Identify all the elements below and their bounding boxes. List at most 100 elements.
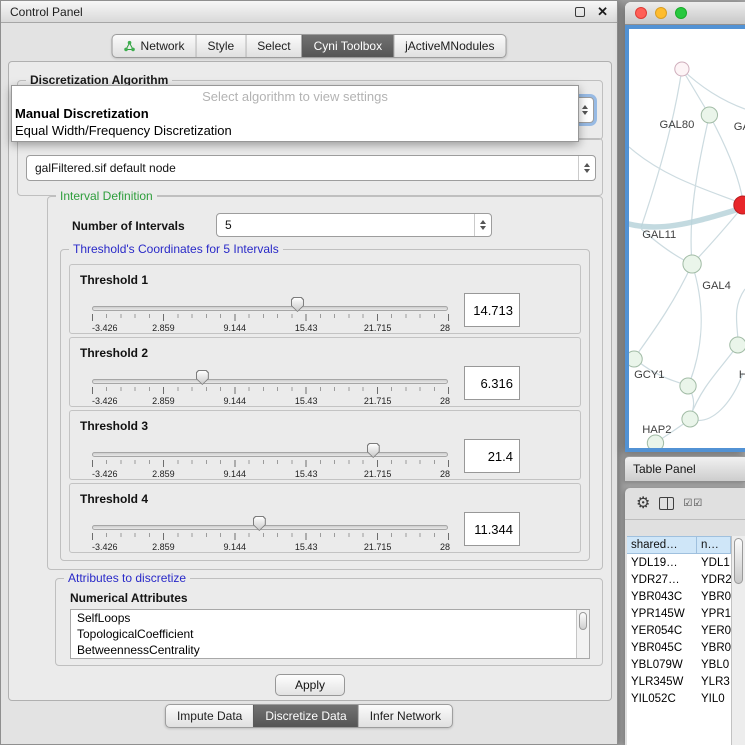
float-window-button[interactable] [575,7,585,17]
number-of-intervals-combobox[interactable]: 5 [216,213,492,237]
table-row[interactable]: YDR27…YDR2 [627,571,731,588]
slider-thumb[interactable] [253,516,266,531]
node-gcy1[interactable] [629,351,642,367]
cell-name[interactable]: YIL0 [697,693,731,705]
close-window-button[interactable]: ✕ [597,5,608,18]
slider-thumb[interactable] [196,370,209,385]
dropdown-option-manual-discretization[interactable]: Manual Discretization [12,105,578,122]
combobox-stepper-icon[interactable] [578,156,595,180]
node-gal4[interactable] [683,255,701,273]
network-icon [124,40,136,52]
cell-shared-name[interactable]: YBR043C [627,591,697,603]
tab-infer-network[interactable]: Infer Network [358,705,452,727]
cell-name[interactable]: YER0 [697,625,731,637]
table-data-combobox[interactable]: galFiltered.sif default node [26,155,596,181]
table-row[interactable]: YLR345WYLR3 [627,673,731,690]
tick-label: 2.859 [152,323,175,333]
apply-button[interactable]: Apply [275,674,345,696]
cell-name[interactable]: YDL1 [697,557,731,569]
close-traffic-button[interactable] [635,7,647,19]
tab-discretize-data[interactable]: Discretize Data [253,705,357,727]
tick-label: 9.144 [224,396,247,406]
cell-name[interactable]: YPR1 [697,608,731,620]
slider-track[interactable] [92,306,448,311]
threshold-value-field[interactable]: 6.316 [464,366,520,400]
network-canvas[interactable]: GAL80 GA GAL11 GAL4 GCY1 HAP2 H [625,25,745,452]
threshold-panel: Threshold 1 -3.4262.8599.14415.4321.7152… [69,264,581,334]
cell-name[interactable]: YBR0 [697,591,731,603]
cell-name[interactable]: YLR3 [697,676,731,688]
attributes-items-container: SelfLoopsTopologicalCoefficientBetweenne… [71,610,589,658]
table-row[interactable]: YBR043CYBR0 [627,588,731,605]
table-row[interactable]: YPR145WYPR1 [627,605,731,622]
node[interactable] [647,435,663,448]
attributes-list-scrollbar[interactable] [576,610,589,658]
tab-network[interactable]: Network [113,35,196,57]
threshold-value-field[interactable]: 21.4 [464,439,520,473]
node-pink[interactable] [675,62,689,76]
table-row[interactable]: YBL079WYBL0 [627,656,731,673]
cell-shared-name[interactable]: YDR27… [627,574,697,586]
tick-label: 9.144 [224,469,247,479]
cell-shared-name[interactable]: YLR345W [627,676,697,688]
threshold-slider[interactable]: -3.4262.8599.14415.4321.71528 [92,370,448,406]
cell-name[interactable]: YDR2 [697,574,731,586]
select-columns-checkbox-icon[interactable]: ☑☑ [683,498,703,509]
cell-name[interactable]: YBR0 [697,642,731,654]
minimize-traffic-button[interactable] [655,7,667,19]
algorithm-dropdown-popup: Select algorithm to view settings Manual… [11,85,579,142]
threshold-slider[interactable]: -3.4262.8599.14415.4321.71528 [92,516,448,552]
cell-shared-name[interactable]: YPR145W [627,608,697,620]
cell-shared-name[interactable]: YDL19… [627,557,697,569]
table-row[interactable]: YBR045CYBR0 [627,639,731,656]
cell-shared-name[interactable]: YIL052C [627,693,697,705]
threshold-value-field[interactable]: 14.713 [464,293,520,327]
cell-shared-name[interactable]: YER054C [627,625,697,637]
slider-track[interactable] [92,452,448,457]
tick-label: 15.43 [295,396,318,406]
attribute-item[interactable]: SelfLoops [71,610,589,626]
columns-icon[interactable] [659,497,674,510]
combobox-stepper-icon[interactable] [474,214,491,236]
node[interactable] [730,337,745,353]
slider-thumb[interactable] [291,297,304,312]
table-row[interactable]: YER054CYER0 [627,622,731,639]
slider-thumb[interactable] [367,443,380,458]
column-header-shared-name[interactable]: shared… [627,536,697,554]
attributes-to-discretize-group: Attributes to discretize Numerical Attri… [55,578,603,666]
network-view-window: GAL80 GA GAL11 GAL4 GCY1 HAP2 H [625,2,745,452]
threshold-value-field[interactable]: 11.344 [464,512,520,546]
cell-name[interactable]: YBL0 [697,659,731,671]
tab-style[interactable]: Style [196,35,246,57]
cell-shared-name[interactable]: YBL079W [627,659,697,671]
node-gal80[interactable] [701,107,717,123]
node[interactable] [680,378,696,394]
table-row[interactable]: YDL19…YDL1 [627,554,731,571]
slider-ticks [92,460,449,468]
tick-label: 2.859 [152,469,175,479]
tab-cyni-toolbox[interactable]: Cyni Toolbox [302,35,393,57]
column-header-name[interactable]: n… [697,536,731,554]
tab-jactivemnodules[interactable]: jActiveMNodules [393,35,505,57]
node-hap2[interactable] [682,411,698,427]
gear-icon[interactable]: ⚙ [636,496,650,512]
cell-shared-name[interactable]: YBR045C [627,642,697,654]
scrollbar-thumb[interactable] [734,538,743,584]
attribute-item[interactable]: TopologicalCoefficient [71,626,589,642]
control-panel-window: Control Panel ✕ NetworkStyleSelectCyni T… [0,0,618,745]
table-scrollbar[interactable] [731,536,745,745]
tab-impute-data[interactable]: Impute Data [166,705,253,727]
slider-track[interactable] [92,525,448,530]
dropdown-option-equal-width-frequency[interactable]: Equal Width/Frequency Discretization [12,122,578,139]
numerical-attributes-list[interactable]: SelfLoopsTopologicalCoefficientBetweenne… [70,609,590,659]
threshold-label: Threshold 3 [80,419,148,433]
zoom-traffic-button[interactable] [675,7,687,19]
attribute-item[interactable]: BetweennessCentrality [71,642,589,658]
tab-select[interactable]: Select [245,35,301,57]
table-row[interactable]: YIL052CYIL0 [627,690,731,707]
threshold-slider[interactable]: -3.4262.8599.14415.4321.71528 [92,443,448,479]
threshold-slider[interactable]: -3.4262.8599.14415.4321.71528 [92,297,448,333]
scrollbar-thumb[interactable] [579,612,587,630]
slider-track[interactable] [92,379,448,384]
slider-ticks [92,387,449,395]
